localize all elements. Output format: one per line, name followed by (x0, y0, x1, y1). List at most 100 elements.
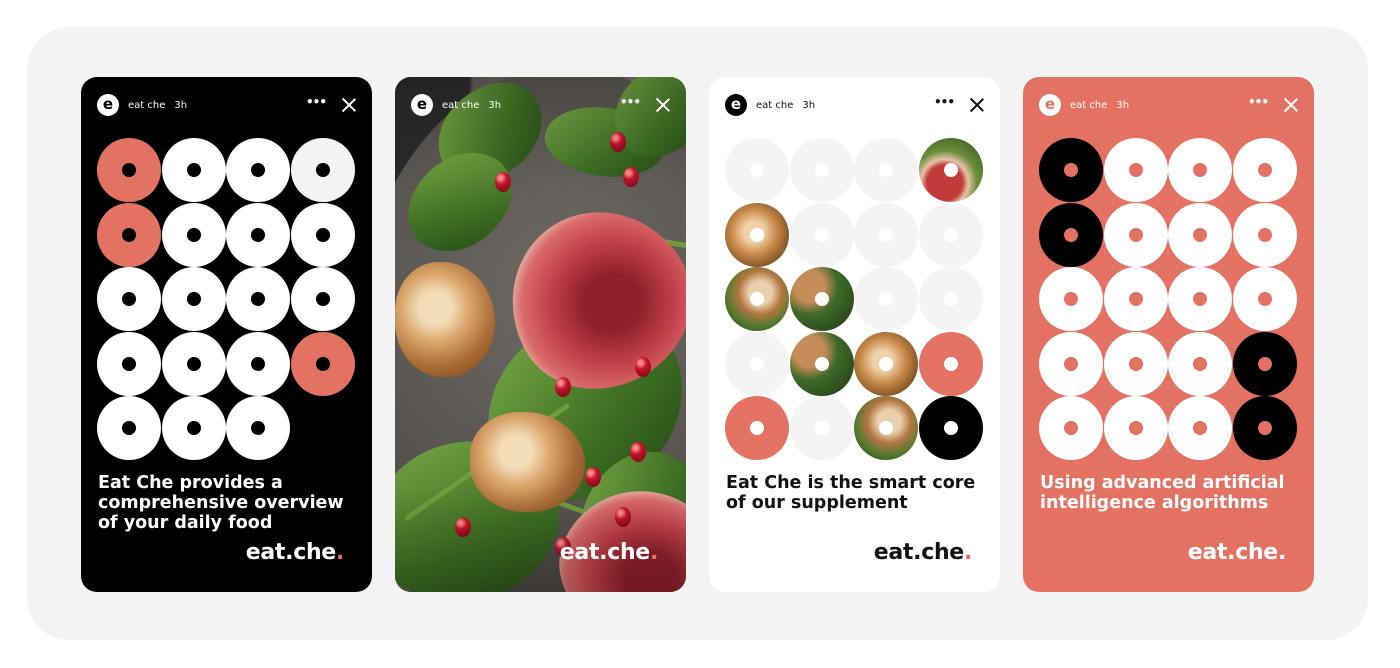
grid-dot-hole (1193, 292, 1207, 306)
grid-dot-light (854, 267, 918, 331)
grid-dot-coral (725, 396, 789, 460)
username[interactable]: eat che (128, 100, 165, 111)
grid-dot-coral (97, 138, 161, 202)
grid-dot-white (226, 267, 290, 331)
grid-dot-hole (251, 292, 265, 306)
grid-dot-hole (122, 163, 136, 177)
grid-dot-hole (879, 292, 893, 306)
grid-dot-coral (290, 331, 355, 396)
username[interactable]: eat che (442, 100, 479, 111)
grid-dot-light (290, 138, 355, 202)
grid-dot-hole (814, 292, 829, 306)
grid-dot-hole (315, 356, 330, 371)
grid-dot-white (161, 267, 226, 331)
grid-dot-light (789, 138, 854, 202)
ellipsis-icon[interactable]: ••• (1248, 96, 1269, 108)
story-card-1[interactable]: e eat che 3h ••• Eat Che provides a comp… (81, 77, 372, 592)
avatar[interactable]: e (725, 94, 747, 116)
grid-dot-photo-walnut (725, 202, 789, 267)
close-icon[interactable] (970, 98, 984, 112)
story-header: e eat che 3h ••• (1039, 94, 1298, 116)
grid-dot-hole (186, 227, 201, 242)
grid-dot-hole (186, 356, 201, 371)
grid-dot-hole (1257, 421, 1272, 435)
story-card-3[interactable]: e eat che 3h ••• Eat Che is the smart co… (709, 77, 1000, 592)
grid-dot-white (97, 396, 161, 460)
grid-dot-hole (943, 292, 958, 306)
close-icon[interactable] (1284, 98, 1298, 112)
logo-text: eat.che (1187, 540, 1278, 565)
grid-dot-hole (122, 227, 136, 242)
dot-grid (725, 138, 983, 460)
avatar[interactable]: e (97, 94, 119, 116)
grid-dot-hole (943, 421, 958, 435)
grid-dot-hole (1193, 163, 1207, 177)
grid-dot-light (854, 202, 918, 267)
brand-logo: eat.che. (1187, 540, 1287, 565)
story-header: e eat che 3h ••• (725, 94, 984, 116)
close-icon[interactable] (656, 98, 670, 112)
grid-dot-white (226, 396, 290, 460)
story-card-4[interactable]: e eat che 3h ••• Using advanced artifici… (1023, 77, 1314, 592)
grid-dot-hole (315, 163, 330, 177)
story-caption: Eat Che provides a comprehensive overvie… (98, 473, 344, 533)
grid-dot-light (854, 138, 918, 202)
ellipsis-icon[interactable]: ••• (620, 96, 641, 108)
grid-dot-white (1232, 138, 1297, 202)
grid-dot-hole (122, 356, 136, 371)
grid-dot-light (918, 202, 983, 267)
grid-dot-hole (315, 292, 330, 306)
grid-dot-hole (1193, 356, 1207, 371)
grid-dot-hole (122, 421, 136, 435)
photo-shade (395, 77, 686, 592)
grid-dot-white (1232, 267, 1297, 331)
grid-dot-white (1168, 202, 1232, 267)
dot-grid (97, 138, 355, 460)
grid-dot-black (1232, 396, 1297, 460)
grid-dot-hole (879, 421, 893, 435)
grid-dot-hole (814, 227, 829, 242)
grid-dot-hole (814, 421, 829, 435)
grid-dot-white (1039, 331, 1103, 396)
story-card-2[interactable]: e eat che 3h ••• eat.che. (395, 77, 686, 592)
grid-dot-hole (1064, 421, 1078, 435)
grid-dot-hole (879, 163, 893, 177)
grid-dot-hole (1257, 292, 1272, 306)
brand-logo: eat.che. (245, 540, 345, 565)
grid-dot-light (725, 331, 789, 396)
grid-dot-white (1103, 396, 1168, 460)
brand-logo: eat.che. (874, 540, 973, 565)
grid-dot-hole (1064, 163, 1078, 177)
grid-dot-hole (1193, 227, 1207, 242)
grid-dot-hole (1128, 292, 1143, 306)
grid-dot-black (918, 396, 983, 460)
grid-dot-hole (251, 356, 265, 371)
logo-dot: . (963, 540, 972, 565)
grid-dot-hole (750, 227, 764, 242)
grid-dot-hole (251, 163, 265, 177)
grid-dot-hole (1128, 227, 1143, 242)
grid-dot-white (1168, 267, 1232, 331)
grid-dot-white (290, 202, 355, 267)
username[interactable]: eat che (1070, 100, 1107, 111)
salad-photo (395, 77, 686, 592)
grid-dot-photo-greens (789, 331, 854, 396)
avatar[interactable]: e (1039, 94, 1061, 116)
grid-dot-white (1039, 267, 1103, 331)
grid-dot-hole (814, 356, 829, 371)
grid-dot-white (161, 138, 226, 202)
ellipsis-icon[interactable]: ••• (306, 96, 327, 108)
grid-dot-white (161, 202, 226, 267)
avatar[interactable]: e (411, 94, 433, 116)
close-icon[interactable] (342, 98, 356, 112)
story-header: e eat che 3h ••• (411, 94, 670, 116)
grid-dot-white (161, 396, 226, 460)
grid-dot-white (1103, 138, 1168, 202)
grid-dot-hole (1257, 227, 1272, 242)
grid-dot-white (97, 267, 161, 331)
ellipsis-icon[interactable]: ••• (934, 96, 955, 108)
grid-dot-hole (1257, 356, 1272, 371)
username[interactable]: eat che (756, 100, 793, 111)
story-caption: Using advanced artificial intelligence a… (1040, 473, 1285, 513)
logo-text: eat.che (245, 540, 336, 565)
